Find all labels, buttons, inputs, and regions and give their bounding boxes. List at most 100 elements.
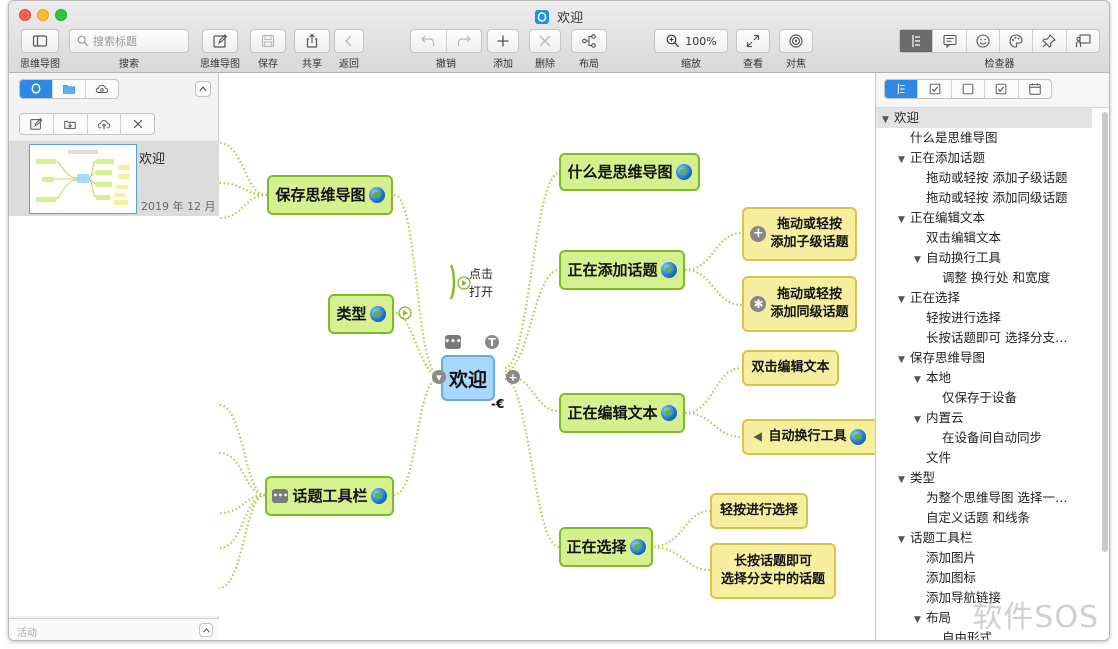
- undo-button[interactable]: [411, 30, 447, 52]
- redo-button[interactable]: [447, 30, 482, 52]
- outline-mode-tree[interactable]: [885, 80, 919, 98]
- disclosure-triangle-icon[interactable]: ▼: [914, 610, 926, 628]
- inspector-tab-style[interactable]: [1000, 30, 1034, 52]
- topic-long-press[interactable]: 长按话题即可 选择分支中的话题: [710, 543, 836, 599]
- topic-adding-label: 正在添加话题: [567, 260, 658, 279]
- outline-row[interactable]: ▼ 正在编辑文本: [876, 208, 1092, 228]
- outline-row[interactable]: ▼ 内置云: [876, 408, 1092, 428]
- cloud-sync-icon: [95, 84, 109, 93]
- disclosure-triangle-icon[interactable]: ▼: [914, 250, 926, 268]
- import-button[interactable]: [54, 114, 88, 134]
- upload-button[interactable]: [88, 114, 122, 134]
- outline-mode-calendar[interactable]: [1019, 80, 1051, 98]
- outline-row[interactable]: 在设备间自动同步: [876, 428, 1092, 448]
- mindmap-button[interactable]: [202, 29, 238, 53]
- delete-button[interactable]: [529, 29, 561, 53]
- outline-row[interactable]: 长按话题即可 选择分支…: [876, 328, 1092, 348]
- topic-double-click[interactable]: 双击编辑文本: [742, 350, 839, 386]
- root-topic[interactable]: 欢迎: [441, 355, 495, 401]
- outline-row[interactable]: 添加图标: [876, 568, 1092, 588]
- outline-row[interactable]: ▼ 正在选择: [876, 288, 1092, 308]
- topic-editing[interactable]: 正在编辑文本: [559, 393, 685, 433]
- outline-row[interactable]: ▼ 正在添加话题: [876, 148, 1092, 168]
- search-input[interactable]: 搜索标题: [69, 29, 189, 53]
- outline-row[interactable]: 拖动或轻按 添加同级话题: [876, 188, 1092, 208]
- storage-tab-local[interactable]: [53, 80, 86, 98]
- delete-file-button[interactable]: [121, 114, 154, 134]
- storage-tab-sync[interactable]: [86, 80, 118, 98]
- outline-row[interactable]: 仅保存于设备: [876, 388, 1092, 408]
- view-button[interactable]: [736, 29, 770, 53]
- outline-row[interactable]: 为整个思维导图 选择一…: [876, 488, 1092, 508]
- disclosure-triangle-icon[interactable]: ▼: [898, 290, 910, 308]
- outline-row[interactable]: ▼ 保存思维导图: [876, 348, 1092, 368]
- collapse-top-button[interactable]: [195, 81, 211, 97]
- outline-row[interactable]: 添加图片: [876, 548, 1092, 568]
- outline-row[interactable]: ▼ 欢迎: [876, 108, 1092, 128]
- add-button[interactable]: [487, 29, 519, 53]
- disclosure-triangle-icon[interactable]: ▼: [898, 470, 910, 488]
- search-label: 搜索: [119, 59, 139, 70]
- file-item[interactable]: 欢迎 2019 年 12 月 12: [9, 142, 233, 216]
- undo-redo-control: [410, 29, 482, 53]
- text-format-icon[interactable]: T: [485, 335, 499, 349]
- mindmap-canvas[interactable]: 点击 打开 欢迎 ••• T ▾ + -€ 什么是思维导图 正在添加话题 正在编…: [219, 73, 875, 640]
- topic-toolbar[interactable]: ••• 话题工具栏: [265, 476, 394, 516]
- layout-label: 布局: [579, 59, 599, 70]
- outline-row[interactable]: ▼ 自动换行工具: [876, 248, 1092, 268]
- smiley-icon: [976, 34, 990, 48]
- outline-row[interactable]: 调整 换行处 和宽度: [876, 268, 1092, 288]
- disclosure-triangle-icon[interactable]: ▼: [898, 210, 910, 228]
- zoom-control[interactable]: 100%: [654, 29, 728, 53]
- outline-row[interactable]: 轻按进行选择: [876, 308, 1092, 328]
- outline-row[interactable]: 双击编辑文本: [876, 228, 1092, 248]
- outline-row[interactable]: 什么是思维导图: [876, 128, 1092, 148]
- topic-drag-sibling[interactable]: ✱ 拖动或轻按 添加同级话题: [742, 276, 857, 332]
- outline-row[interactable]: ▼ 本地: [876, 368, 1092, 388]
- topic-menu-icon[interactable]: •••: [444, 335, 462, 349]
- topic-auto-wrap[interactable]: 自动换行工具: [742, 419, 875, 455]
- save-button[interactable]: [250, 29, 286, 53]
- disclosure-triangle-icon[interactable]: ▼: [882, 110, 894, 128]
- outline-row[interactable]: 文件: [876, 448, 1092, 468]
- new-mindmap-button[interactable]: [20, 114, 54, 134]
- outline-row-label: 内置云: [926, 410, 964, 425]
- back-button[interactable]: [334, 29, 364, 53]
- outline-row[interactable]: 拖动或轻按 添加子级话题: [876, 168, 1092, 188]
- inspector-tab-notes[interactable]: [933, 30, 967, 52]
- topic-tap-select[interactable]: 轻按进行选择: [710, 493, 808, 529]
- outline-row[interactable]: 自定义话题 和线条: [876, 508, 1092, 528]
- focus-button[interactable]: [779, 29, 813, 53]
- mindmaps-sidebar-button[interactable]: [21, 29, 59, 53]
- topic-adding[interactable]: 正在添加话题: [559, 250, 685, 290]
- disclosure-triangle-icon[interactable]: ▼: [898, 530, 910, 548]
- share-button[interactable]: [294, 29, 330, 53]
- outline-mode-unchecked[interactable]: [952, 80, 986, 98]
- collapse-left-icon[interactable]: ▾: [432, 370, 446, 384]
- disclosure-triangle-icon[interactable]: ▼: [914, 370, 926, 388]
- topic-what-is[interactable]: 什么是思维导图: [559, 153, 700, 191]
- resize-handle-icon[interactable]: -€: [491, 397, 504, 411]
- outline-mode-tasks[interactable]: [985, 80, 1019, 98]
- disclosure-triangle-icon[interactable]: ▼: [914, 410, 926, 428]
- outline-row[interactable]: ▼ 类型: [876, 468, 1092, 488]
- outline-row-label: 在设备间自动同步: [942, 430, 1043, 445]
- disclosure-triangle-icon[interactable]: ▼: [898, 350, 910, 368]
- layout-button[interactable]: [571, 29, 607, 53]
- outline-scrollbar[interactable]: [1102, 112, 1108, 552]
- storage-tab-cloud[interactable]: [20, 80, 53, 98]
- topic-save[interactable]: 保存思维导图: [267, 175, 393, 215]
- inspector-tab-outline[interactable]: [900, 30, 934, 52]
- outline-mode-checked[interactable]: [918, 80, 952, 98]
- activity-collapse-button[interactable]: [199, 623, 213, 637]
- topic-type[interactable]: 类型: [328, 294, 394, 334]
- inspector-tab-tools[interactable]: [1033, 30, 1067, 52]
- topic-selecting[interactable]: 正在选择: [559, 527, 653, 567]
- globe-icon: [368, 187, 385, 203]
- outline-row[interactable]: ▼ 话题工具栏: [876, 528, 1092, 548]
- inspector-tab-presentation[interactable]: [1067, 30, 1099, 52]
- topic-drag-child[interactable]: + 拖动或轻按 添加子级话题: [742, 207, 857, 261]
- add-child-icon[interactable]: +: [506, 370, 520, 384]
- inspector-tab-stickers[interactable]: [967, 30, 1000, 52]
- disclosure-triangle-icon[interactable]: ▼: [898, 150, 910, 168]
